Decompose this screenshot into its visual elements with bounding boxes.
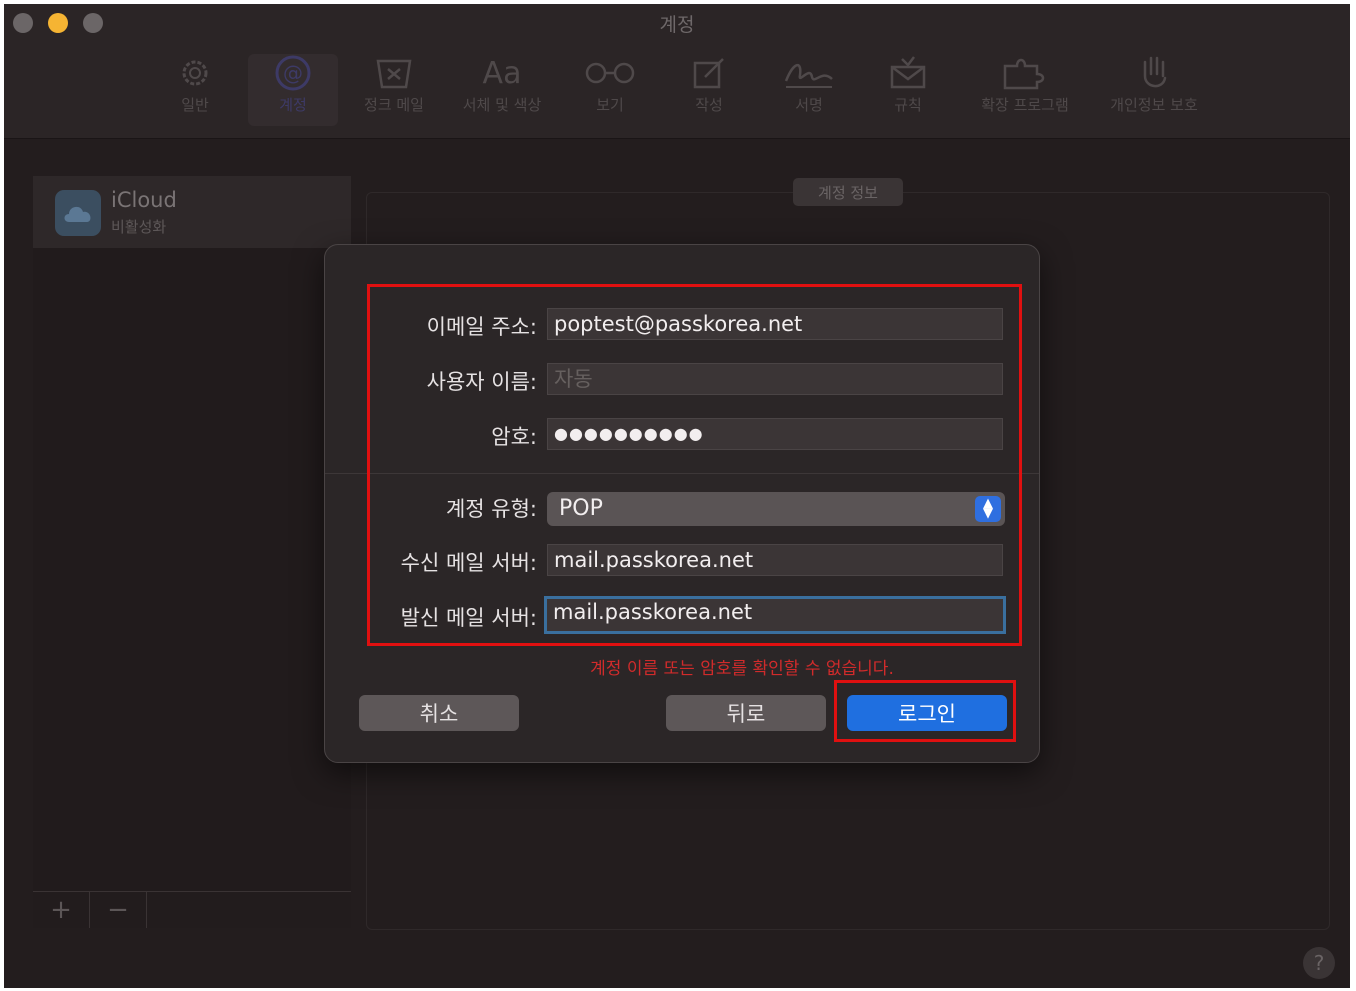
gear-icon (164, 54, 226, 92)
incoming-server-field[interactable]: mail.passkorea.net (547, 544, 1003, 576)
email-field[interactable]: poptest@passkorea.net (547, 308, 1003, 340)
rules-icon (882, 54, 934, 92)
remove-account-button[interactable]: − (90, 892, 147, 928)
icloud-icon (55, 190, 101, 236)
toolbar-tab-junk[interactable]: 정크 메일 (352, 54, 436, 126)
account-status: 비활성화 (111, 218, 167, 236)
toolbar-label: 규칙 (894, 96, 922, 114)
cancel-button[interactable]: 취소 (359, 695, 519, 731)
toolbar-tab-fonts[interactable]: Aa 서체 및 색상 (452, 54, 552, 126)
toolbar-label: 확장 프로그램 (981, 96, 1069, 114)
glasses-icon (582, 54, 638, 92)
toolbar-label: 일반 (181, 96, 209, 114)
tab-account-info[interactable]: 계정 정보 (793, 178, 903, 206)
back-button[interactable]: 뒤로 (666, 695, 826, 731)
titlebar: 계정 일반 @ 계정 정크 메일 Aa 서체 및 색상 보기 작성 서명 규칙 … (4, 4, 1350, 139)
toolbar-tab-extensions[interactable]: 확장 프로그램 (966, 54, 1084, 126)
junk-mail-icon (352, 54, 436, 92)
outgoing-server-field[interactable]: mail.passkorea.net (544, 596, 1006, 634)
toolbar-tab-composing[interactable]: 작성 (684, 54, 734, 126)
toolbar-label: 정크 메일 (364, 96, 424, 114)
toolbar-label: 서명 (795, 96, 823, 114)
add-account-dialog: 이메일 주소: poptest@passkorea.net 사용자 이름: 자동… (324, 244, 1040, 763)
error-message: 계정 이름 또는 암호를 확인할 수 없습니다. (590, 659, 894, 679)
username-label: 사용자 이름: (426, 370, 537, 394)
incoming-server-label: 수신 메일 서버: (400, 551, 537, 575)
puzzle-icon (966, 54, 1084, 92)
help-button[interactable]: ? (1303, 947, 1335, 979)
username-field[interactable]: 자동 (547, 363, 1003, 395)
accounts-sidebar: iCloud 비활성화 + − (33, 176, 351, 928)
svg-text:@: @ (283, 61, 303, 85)
hand-icon (1098, 54, 1210, 92)
window-title: 계정 (659, 14, 695, 36)
font-icon: Aa (482, 55, 522, 91)
account-type-label: 계정 유형: (445, 497, 537, 521)
email-label: 이메일 주소: (426, 315, 537, 339)
toolbar-label: 보기 (596, 96, 624, 114)
login-button[interactable]: 로그인 (847, 695, 1007, 731)
account-row-icloud[interactable]: iCloud 비활성화 (33, 176, 351, 248)
password-field[interactable]: ●●●●●●●●●● (547, 418, 1003, 450)
divider (325, 473, 1039, 474)
account-name: iCloud (111, 188, 177, 212)
toolbar-tab-signatures[interactable]: 서명 (778, 54, 840, 126)
toolbar-tab-accounts[interactable]: @ 계정 (248, 54, 338, 126)
signature-icon (778, 54, 840, 92)
sidebar-footer: + − (33, 891, 351, 928)
chevron-up-down-icon: ▲ ▼ (975, 496, 1001, 522)
mail-preferences-window: 계정 일반 @ 계정 정크 메일 Aa 서체 및 색상 보기 작성 서명 규칙 … (4, 4, 1350, 988)
account-type-select[interactable]: POP ▲ ▼ (547, 492, 1005, 526)
toolbar-tab-general[interactable]: 일반 (164, 54, 226, 126)
add-account-button[interactable]: + (33, 892, 90, 928)
at-icon: @ (248, 54, 338, 92)
outgoing-server-label: 발신 메일 서버: (400, 606, 537, 630)
toolbar-tab-rules[interactable]: 규칙 (882, 54, 934, 126)
compose-icon (684, 54, 734, 92)
toolbar-label: 작성 (695, 96, 723, 114)
toolbar-tab-viewing[interactable]: 보기 (582, 54, 638, 126)
toolbar-label: 개인정보 보호 (1110, 96, 1198, 114)
toolbar-tab-privacy[interactable]: 개인정보 보호 (1098, 54, 1210, 126)
toolbar-label: 계정 (279, 96, 307, 114)
password-label: 암호: (491, 425, 537, 449)
toolbar-label: 서체 및 색상 (462, 96, 542, 114)
account-type-value: POP (559, 496, 603, 521)
